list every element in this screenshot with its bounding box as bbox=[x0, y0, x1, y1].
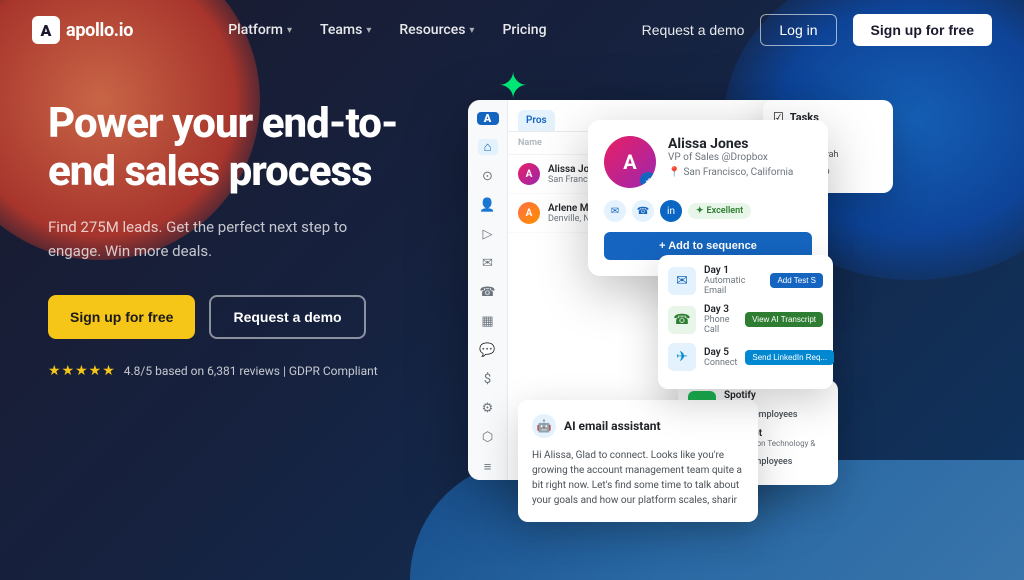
navbar: A apollo.io Platform ▾ Teams ▾ Resources… bbox=[0, 0, 1024, 60]
rating-text: 4.8/5 based on 6,381 reviews | GDPR Comp… bbox=[124, 364, 378, 378]
login-button[interactable]: Log in bbox=[760, 14, 836, 46]
email-body: Hi Alissa, Glad to connect. Looks like y… bbox=[532, 448, 744, 508]
profile-name: Alissa Jones bbox=[668, 136, 812, 152]
sidebar-users-icon[interactable]: 👤 bbox=[478, 198, 498, 213]
hero-section: Power your end-to-end sales process Find… bbox=[0, 60, 1024, 550]
hero-title: Power your end-to-end sales process bbox=[48, 100, 428, 197]
sidebar-dollar-icon[interactable]: $ bbox=[478, 372, 498, 387]
profile-avatar: A ✓ bbox=[604, 136, 656, 188]
sidebar-logo: A bbox=[477, 112, 499, 125]
sidebar-layers-icon[interactable]: ≡ bbox=[478, 459, 498, 475]
linkedin-btn[interactable]: in bbox=[660, 200, 682, 222]
seq-info: Day 1 Automatic Email bbox=[704, 265, 762, 296]
hero-left: Power your end-to-end sales process Find… bbox=[48, 90, 428, 379]
sidebar-chat-icon[interactable]: 💬 bbox=[478, 343, 498, 358]
email-title: AI email assistant bbox=[564, 419, 661, 433]
sparkle-icon: ✦ bbox=[498, 68, 528, 104]
profile-title: VP of Sales @Dropbox bbox=[668, 152, 812, 163]
sidebar-grid-icon[interactable]: ▦ bbox=[478, 314, 498, 329]
ai-icon: 🤖 bbox=[532, 414, 556, 438]
email-header: 🤖 AI email assistant bbox=[532, 414, 744, 438]
hero-right: A ⌂ ⊙ 👤 ▷ ✉ ☎ ▦ 💬 $ ⚙ ⬡ ≡ Pros Name bbox=[468, 90, 976, 550]
location-pin-icon: 📍 bbox=[668, 167, 680, 178]
email-seq-icon: ✉ bbox=[668, 267, 696, 295]
hero-subtitle: Find 275M leads. Get the perfect next st… bbox=[48, 215, 348, 263]
sidebar-settings-icon[interactable]: ⚙ bbox=[478, 401, 498, 416]
nav-actions: Request a demo Log in Sign up for free bbox=[642, 14, 992, 46]
signup-button[interactable]: Sign up for free bbox=[853, 14, 992, 46]
nav-links: Platform ▾ Teams ▾ Resources ▾ Pricing bbox=[228, 22, 546, 38]
chevron-down-icon: ▾ bbox=[366, 25, 371, 36]
excellent-badge: ✦ Excellent bbox=[688, 203, 751, 219]
seq-action-btn[interactable]: Send LinkedIn Req... bbox=[745, 350, 834, 365]
mockup-sidebar: A ⌂ ⊙ 👤 ▷ ✉ ☎ ▦ 💬 $ ⚙ ⬡ ≡ bbox=[468, 100, 508, 480]
sequence-item-phone: ☎ Day 3 Phone Call View AI Transcript bbox=[668, 304, 823, 335]
tab-prospects[interactable]: Pros bbox=[518, 110, 555, 131]
sidebar-phone-icon[interactable]: ☎ bbox=[478, 285, 498, 300]
sequence-item-email: ✉ Day 1 Automatic Email Add Test S bbox=[668, 265, 823, 296]
profile-social: ✉ ☎ in ✦ Excellent bbox=[604, 200, 812, 222]
star-icon: ✦ bbox=[696, 206, 704, 216]
sidebar-search-icon[interactable]: ⊙ bbox=[478, 169, 498, 184]
nav-resources[interactable]: Resources ▾ bbox=[399, 22, 474, 38]
profile-verified-badge: ✓ bbox=[640, 172, 656, 188]
ai-email-card: 🤖 AI email assistant Hi Alissa, Glad to … bbox=[518, 400, 758, 522]
logo[interactable]: A apollo.io bbox=[32, 16, 133, 44]
logo-icon: A bbox=[32, 16, 60, 44]
nav-teams[interactable]: Teams ▾ bbox=[320, 22, 371, 38]
sequence-card: ✉ Day 1 Automatic Email Add Test S ☎ Day… bbox=[658, 255, 833, 389]
profile-location: 📍 San Francisco, California bbox=[668, 167, 812, 178]
seq-info: Day 5 Connect bbox=[704, 347, 737, 368]
sequence-item-connect: ✈ Day 5 Connect Send LinkedIn Req... bbox=[668, 343, 823, 371]
chevron-down-icon: ▾ bbox=[287, 25, 292, 36]
hero-rating: ★★★★★ 4.8/5 based on 6,381 reviews | GDP… bbox=[48, 363, 428, 379]
seq-info: Day 3 Phone Call bbox=[704, 304, 737, 335]
nav-pricing[interactable]: Pricing bbox=[502, 22, 546, 38]
hero-cta-primary[interactable]: Sign up for free bbox=[48, 295, 195, 339]
chevron-down-icon: ▾ bbox=[469, 25, 474, 36]
seq-action-btn[interactable]: Add Test S bbox=[770, 273, 823, 288]
sidebar-home-icon[interactable]: ⌂ bbox=[478, 139, 498, 155]
profile-info: Alissa Jones VP of Sales @Dropbox 📍 San … bbox=[668, 136, 812, 188]
email-social-btn[interactable]: ✉ bbox=[604, 200, 626, 222]
sidebar-tag-icon[interactable]: ⬡ bbox=[478, 430, 498, 445]
phone-seq-icon: ☎ bbox=[668, 306, 696, 334]
phone-social-btn[interactable]: ☎ bbox=[632, 200, 654, 222]
sidebar-mail-icon[interactable]: ✉ bbox=[478, 256, 498, 271]
seq-action-btn[interactable]: View AI Transcript bbox=[745, 312, 823, 327]
logo-text: apollo.io bbox=[66, 20, 133, 41]
sidebar-arrow-icon[interactable]: ▷ bbox=[478, 227, 498, 242]
request-demo-button[interactable]: Request a demo bbox=[642, 22, 745, 38]
hero-buttons: Sign up for free Request a demo bbox=[48, 295, 428, 339]
nav-platform[interactable]: Platform ▾ bbox=[228, 22, 292, 38]
profile-card: A ✓ Alissa Jones VP of Sales @Dropbox 📍 … bbox=[588, 120, 828, 276]
connect-seq-icon: ✈ bbox=[668, 343, 696, 371]
profile-header: A ✓ Alissa Jones VP of Sales @Dropbox 📍 … bbox=[604, 136, 812, 188]
hero-cta-secondary[interactable]: Request a demo bbox=[209, 295, 365, 339]
rating-stars: ★★★★★ bbox=[48, 363, 116, 379]
